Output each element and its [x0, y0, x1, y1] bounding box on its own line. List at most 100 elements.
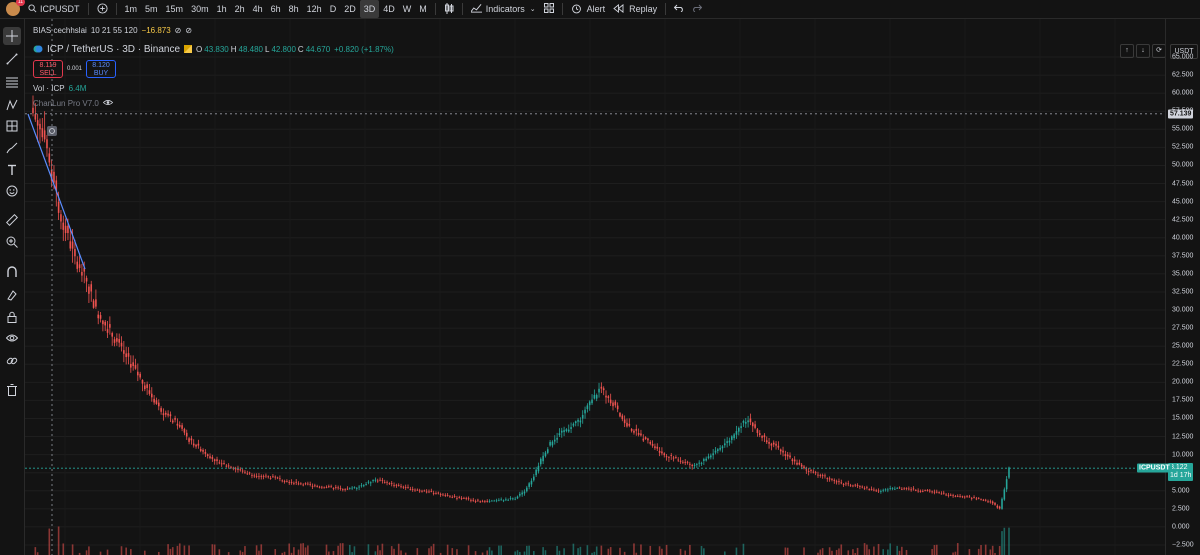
candle-body: [595, 394, 598, 399]
candle-body: [390, 483, 393, 485]
candle-body: [987, 501, 989, 503]
candle-body: [60, 214, 62, 222]
candle-body: [500, 499, 502, 501]
trend-line-icon[interactable]: [3, 50, 21, 68]
volume-bar: [71, 544, 74, 555]
interval-30m[interactable]: 30m: [187, 0, 213, 18]
interval-4h[interactable]: 4h: [249, 0, 267, 18]
crosshair-icon[interactable]: [3, 27, 21, 45]
volume-bar: [831, 550, 833, 555]
chart-area[interactable]: BIAS cechhslai 10 21 55 120 −16.873 ⊘ ⊘ …: [25, 19, 1200, 555]
volume-bar: [523, 551, 526, 555]
volume-bar: [451, 548, 454, 555]
lock-icon[interactable]: [3, 308, 21, 326]
candle-body: [628, 423, 631, 426]
sell-button[interactable]: 8.119 SELL: [33, 60, 63, 78]
price-tick: −2.500: [1172, 541, 1194, 549]
interval-6h[interactable]: 6h: [267, 0, 285, 18]
candle-body: [784, 454, 787, 456]
interval-15m[interactable]: 15m: [162, 0, 188, 18]
undo-icon: [673, 4, 684, 14]
interval-4d[interactable]: 4D: [379, 0, 399, 18]
price-axis[interactable]: USDT 65.00062.50060.00057.50055.00052.50…: [1165, 19, 1200, 555]
interval-m[interactable]: M: [415, 0, 431, 18]
interval-3d[interactable]: 3D: [359, 0, 380, 18]
undo-button[interactable]: [670, 0, 688, 18]
ruler-icon[interactable]: [3, 211, 21, 229]
candle-body: [225, 465, 228, 467]
buy-button[interactable]: 8.120 BUY: [86, 60, 117, 78]
indicators-icon: [470, 3, 482, 15]
candle-body: [852, 485, 854, 487]
candle-body: [922, 490, 924, 492]
compare-symbol-button[interactable]: [93, 0, 112, 18]
volume-bar: [297, 549, 300, 555]
candle-body: [556, 437, 558, 440]
price-tick: 35.000: [1172, 270, 1194, 278]
volume-bar: [353, 546, 356, 555]
price-tick: 60.000: [1172, 89, 1194, 97]
scroll-down-button[interactable]: ↓: [1136, 44, 1150, 58]
candle-body: [46, 139, 48, 149]
price-chart[interactable]: [25, 19, 1165, 555]
fib-retracement-icon[interactable]: [3, 73, 21, 91]
interval-2h[interactable]: 2h: [231, 0, 249, 18]
magnet-icon[interactable]: [3, 263, 21, 281]
candle-body: [423, 490, 426, 492]
link-icon[interactable]: [3, 352, 21, 370]
interval-1m[interactable]: 1m: [121, 0, 142, 18]
interval-w[interactable]: W: [399, 0, 416, 18]
interval-5m[interactable]: 5m: [141, 0, 162, 18]
interval-8h[interactable]: 8h: [285, 0, 303, 18]
top-toolbar: 11 ICPUSDT 1m 5m 15m 30m 1h 2h 4h 6h 8h 12h D 2D 3D 4…: [0, 0, 1200, 19]
interval-12h[interactable]: 12h: [303, 0, 326, 18]
indicators-button[interactable]: Indicators ⌄: [467, 0, 540, 18]
replay-button[interactable]: Replay: [609, 0, 661, 18]
volume-layer: [34, 526, 1010, 555]
candle-body: [451, 496, 454, 498]
symbol-title[interactable]: ICP / TetherUS · 3D · Binance: [47, 44, 180, 55]
bar-countdown: 1d 17h: [1170, 472, 1192, 480]
candle-body: [199, 449, 202, 451]
candle-body: [202, 449, 204, 452]
layout-templates-button[interactable]: [540, 0, 558, 18]
volume-bar: [342, 543, 344, 555]
price-tick: 27.500: [1172, 324, 1194, 332]
scroll-up-button[interactable]: ↑: [1120, 44, 1134, 58]
forecast-icon[interactable]: [3, 117, 21, 135]
eye-icon[interactable]: [102, 99, 114, 108]
candle-body: [216, 459, 218, 462]
candle-body: [710, 455, 712, 458]
smiley-icon[interactable]: [3, 182, 21, 200]
candle-body: [139, 373, 141, 378]
interval-1h[interactable]: 1h: [213, 0, 231, 18]
brush-icon[interactable]: [3, 139, 21, 157]
candle-body: [362, 485, 365, 487]
user-avatar[interactable]: 11: [6, 0, 25, 16]
candle-body: [379, 479, 381, 481]
symbol-search[interactable]: ICPUSDT: [24, 0, 84, 18]
zoom-in-icon[interactable]: [3, 233, 21, 251]
spread-value: 0.001: [67, 66, 83, 72]
candle-body: [623, 419, 626, 424]
trash-icon[interactable]: [3, 381, 21, 399]
candle-body: [463, 497, 465, 499]
lock-drawings-icon[interactable]: [3, 286, 21, 304]
candle-body: [521, 492, 523, 495]
volume-bar: [784, 547, 787, 555]
candle-body: [868, 489, 871, 490]
interval-d[interactable]: D: [326, 0, 341, 18]
redo-button[interactable]: [688, 0, 706, 18]
eye-off-icon[interactable]: ⊘: [175, 26, 182, 35]
eye-off-icon[interactable]: ⊘: [185, 26, 192, 35]
reset-view-button[interactable]: ⟳: [1152, 44, 1166, 58]
eye-icon[interactable]: [3, 329, 21, 347]
volume-bar: [400, 550, 402, 555]
candle-body: [346, 488, 349, 490]
alert-button[interactable]: Alert: [567, 0, 610, 18]
chart-type-button[interactable]: [440, 0, 458, 18]
text-icon[interactable]: [3, 161, 21, 179]
candle-body: [973, 497, 975, 499]
interval-2d[interactable]: 2D: [340, 0, 360, 18]
pattern-icon[interactable]: [3, 96, 21, 114]
